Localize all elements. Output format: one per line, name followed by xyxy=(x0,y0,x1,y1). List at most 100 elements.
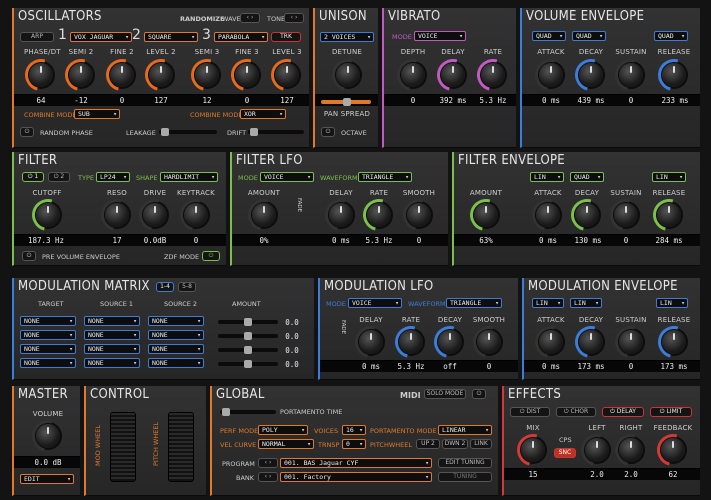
detune-knob[interactable] xyxy=(336,63,360,87)
vibrato-delay-knob[interactable] xyxy=(441,63,465,87)
matrix-row2-amount-handle[interactable] xyxy=(244,332,252,340)
pan-spread-handle[interactable] xyxy=(343,98,351,106)
mlfo-waveform-select[interactable]: TRIANGLE xyxy=(446,298,502,308)
keytrack-knob[interactable] xyxy=(184,203,208,227)
flfo-waveform-select[interactable]: TRIANGLE xyxy=(358,172,412,182)
menv-release-slope-select[interactable]: LIN xyxy=(656,298,688,308)
matrix-row4-target[interactable]: NONE xyxy=(20,358,76,368)
matrix-row4-amount-slider[interactable] xyxy=(218,360,278,368)
matrix-page-1-button[interactable]: 1-4 xyxy=(156,282,174,292)
matrix-row2-target[interactable]: NONE xyxy=(20,330,76,340)
program-select[interactable]: 001. BAS Jaguar CYF xyxy=(280,458,432,468)
wave-randomize-button[interactable]: ‹ › xyxy=(240,13,260,23)
reso-knob[interactable] xyxy=(105,203,129,227)
vibrato-rate-knob[interactable] xyxy=(481,63,505,87)
phase-knob[interactable] xyxy=(29,63,53,87)
matrix-row1-source1[interactable]: NONE xyxy=(84,316,140,326)
tuning-button[interactable]: TUNING xyxy=(438,472,492,482)
transpose-select[interactable]: 0 xyxy=(342,439,366,449)
osc2-wave-select[interactable]: SQUARE xyxy=(144,32,198,42)
fx-mix-knob[interactable] xyxy=(521,438,545,462)
leakage-slider[interactable] xyxy=(159,128,217,136)
track-button[interactable]: TRK xyxy=(271,32,301,42)
semi2-knob[interactable] xyxy=(69,63,93,87)
matrix-row4-amount-handle[interactable] xyxy=(244,360,252,368)
matrix-row3-source2[interactable]: NONE xyxy=(148,344,204,354)
vol-decay-knob[interactable] xyxy=(579,63,603,87)
fenv-sustain-knob[interactable] xyxy=(614,203,638,227)
menv-decay-slope-select[interactable]: LIN xyxy=(570,298,602,308)
matrix-row3-amount-handle[interactable] xyxy=(244,346,252,354)
fenv-release-knob[interactable] xyxy=(657,203,681,227)
portamento-mode-select[interactable]: LINEAR xyxy=(438,425,492,435)
level3-knob[interactable] xyxy=(275,63,299,87)
matrix-row2-source2[interactable]: NONE xyxy=(148,330,204,340)
matrix-row1-source2[interactable]: NONE xyxy=(148,316,204,326)
menv-decay-knob[interactable] xyxy=(579,330,603,354)
flfo-mode-select[interactable]: VOICE xyxy=(260,172,314,182)
fenv-release-slope-select[interactable]: LIN xyxy=(652,172,686,182)
menv-attack-slope-select[interactable]: LIN xyxy=(532,298,564,308)
random-phase-toggle[interactable]: ⏻ xyxy=(20,127,34,137)
zdf-mode-toggle[interactable]: ⏻ xyxy=(202,251,220,261)
cutoff-knob[interactable] xyxy=(36,203,60,227)
flfo-delay-knob[interactable] xyxy=(329,203,353,227)
fenv-decay-slope-select[interactable]: QUAD xyxy=(570,172,604,182)
fine3-knob[interactable] xyxy=(235,63,259,87)
fine2-knob[interactable] xyxy=(110,63,134,87)
drift-handle[interactable] xyxy=(250,128,258,136)
matrix-row1-target[interactable]: NONE xyxy=(20,316,76,326)
fenv-decay-knob[interactable] xyxy=(575,203,599,227)
fx-right-knob[interactable] xyxy=(619,438,643,462)
leakage-handle[interactable] xyxy=(161,128,169,136)
drive-knob[interactable] xyxy=(143,203,167,227)
pitchwheel-down-button[interactable]: DWN 2 xyxy=(442,439,468,449)
vibrato-mode-select[interactable]: VOICE xyxy=(414,31,466,41)
fenv-attack-knob[interactable] xyxy=(536,203,560,227)
matrix-row1-amount-handle[interactable] xyxy=(244,318,252,326)
voices-select[interactable]: 16 xyxy=(342,425,366,435)
solo-mode-toggle[interactable]: ⏻ xyxy=(472,389,486,399)
vel-curve-select[interactable]: NORMAL xyxy=(258,439,314,449)
vol-attack-slope-select[interactable]: QUAD xyxy=(532,31,566,41)
matrix-row4-source1[interactable]: NONE xyxy=(84,358,140,368)
program-prev-next-button[interactable]: ‹ › xyxy=(258,458,278,468)
vol-release-knob[interactable] xyxy=(662,63,686,87)
mlfo-mode-select[interactable]: VOICE xyxy=(348,298,402,308)
fx-feedback-knob[interactable] xyxy=(661,438,685,462)
level2-knob[interactable] xyxy=(149,63,173,87)
menv-sustain-knob[interactable] xyxy=(619,330,643,354)
matrix-row4-source2[interactable]: NONE xyxy=(148,358,204,368)
mod-wheel[interactable] xyxy=(110,412,136,482)
filter-2-button[interactable]: ⏻ 2 xyxy=(48,172,70,182)
matrix-row2-source1[interactable]: NONE xyxy=(84,330,140,340)
vibrato-depth-knob[interactable] xyxy=(401,63,425,87)
dist-button[interactable]: ⏻ DIST xyxy=(510,407,550,417)
pitchwheel-link-button[interactable]: LINK xyxy=(470,439,492,449)
octave-toggle[interactable]: ⏻ xyxy=(321,127,335,137)
matrix-row3-source1[interactable]: NONE xyxy=(84,344,140,354)
osc3-wave-select[interactable]: PARABOLA xyxy=(214,32,268,42)
matrix-row3-amount-slider[interactable] xyxy=(218,346,278,354)
drift-slider[interactable] xyxy=(248,128,304,136)
pre-volume-envelope-toggle[interactable]: ⏻ xyxy=(22,251,36,261)
portamento-time-handle[interactable] xyxy=(222,408,230,416)
filter-shape-select[interactable]: HARDLIMIT xyxy=(160,172,218,182)
filter-type-select[interactable]: LP24 xyxy=(96,172,130,182)
sync-button[interactable]: SNC xyxy=(554,448,576,458)
vol-decay-slope-select[interactable]: QUAD xyxy=(572,31,606,41)
master-edit-select[interactable]: EDIT xyxy=(20,474,74,484)
matrix-row3-target[interactable]: NONE xyxy=(20,344,76,354)
arp-button[interactable]: ARP xyxy=(20,32,54,42)
vol-attack-knob[interactable] xyxy=(539,63,563,87)
menv-attack-knob[interactable] xyxy=(539,330,563,354)
perf-mode-select[interactable]: POLY xyxy=(258,425,308,435)
limit-button[interactable]: ⏻ LIMIT xyxy=(650,407,692,417)
menv-release-knob[interactable] xyxy=(662,330,686,354)
solo-mode-button[interactable]: SOLO MODE xyxy=(424,389,466,399)
vol-release-slope-select[interactable]: QUAD xyxy=(654,31,688,41)
pitchwheel-up-button[interactable]: UP 2 xyxy=(416,439,440,449)
flfo-amount-knob[interactable] xyxy=(252,203,276,227)
pitch-wheel[interactable] xyxy=(168,412,194,482)
fenv-attack-slope-select[interactable]: LIN xyxy=(530,172,564,182)
